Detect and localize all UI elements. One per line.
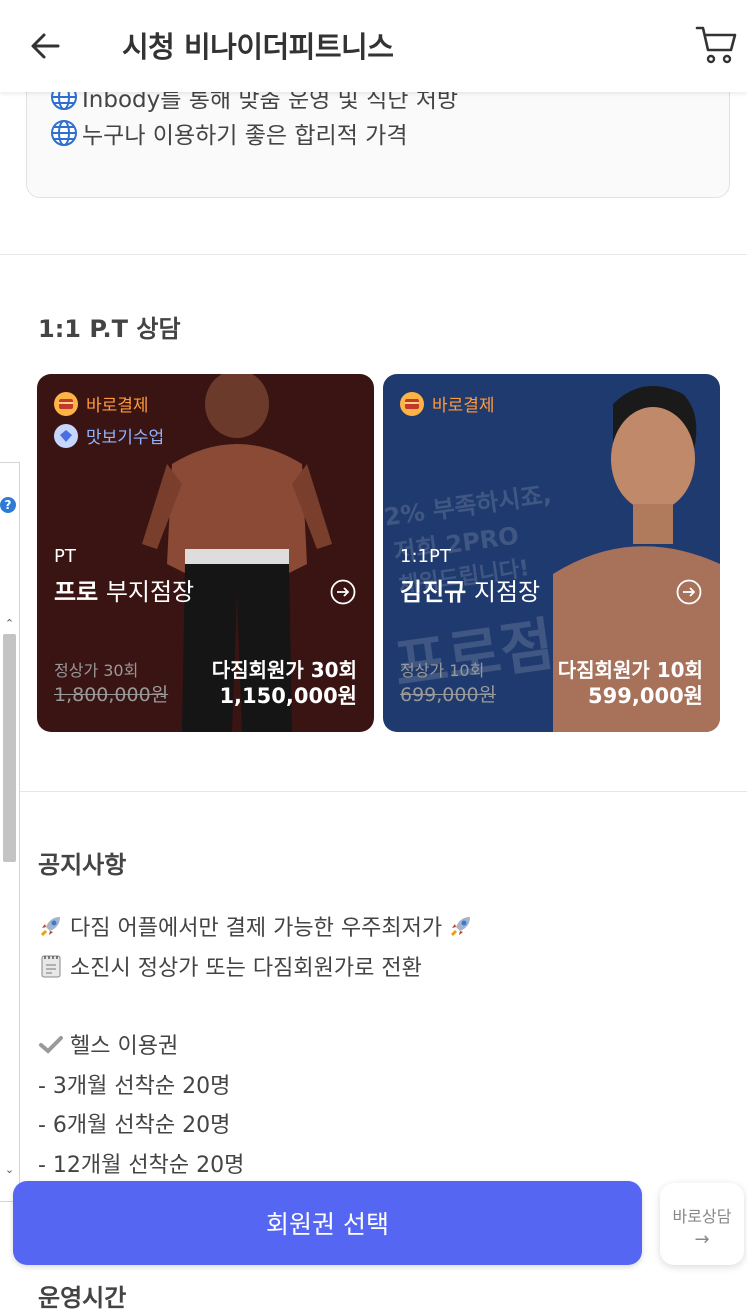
trainer-name-bold: 김진규 — [400, 578, 467, 606]
member-price-label: 다짐회원가 30회 — [211, 658, 357, 682]
arrow-circle-icon[interactable] — [330, 579, 356, 605]
cart-icon[interactable] — [694, 24, 738, 66]
section-divider — [0, 791, 747, 792]
scroll-down-icon[interactable]: ⌄ — [2, 1163, 17, 1179]
trainer-role: 지점장 — [473, 578, 541, 606]
notice-line: 소진시 정상가 또는 다짐회원가로 전환 — [38, 950, 422, 982]
notice-text: 헬스 이용권 — [70, 1034, 179, 1059]
regular-price-label: 정상가 30회 — [54, 661, 139, 680]
pt-section-title: 1:1 P.T 상담 — [38, 315, 181, 343]
pt-card-2[interactable]: 2% 부족하시죠, 저희 2PRO 채워드립니다! 프로점장 바로결제 1:1P… — [383, 374, 720, 732]
pt-card-1[interactable]: 바로결제 맛보기수업 PT 프로 부지점장 정상가 30회 1,800,000원… — [37, 374, 374, 732]
notice-line: 헬스 이용권 — [38, 1028, 178, 1060]
info-line-2: 누구나 이용하기 좋은 합리적 가격 — [50, 116, 407, 150]
regular-price: 1,800,000원 — [54, 684, 169, 706]
calendar-icon — [41, 955, 61, 978]
regular-price-label: 정상가 10회 — [400, 661, 485, 680]
badge-label: 바로결제 — [432, 396, 495, 416]
trainer-name-bold: 프로 — [54, 578, 99, 606]
scroll-up-icon[interactable]: ⌃ — [2, 617, 17, 633]
info-line-2-text: 누구나 이용하기 좋은 합리적 가격 — [82, 123, 408, 149]
regular-price: 699,000원 — [400, 684, 497, 706]
card-icon — [400, 391, 424, 416]
trainer-name: 프로 부지점장 — [54, 572, 194, 607]
hours-section-title: 운영시간 — [38, 1284, 127, 1312]
direct-consult-button[interactable]: 바로상담 → — [660, 1183, 744, 1265]
direct-pay-badge: 바로결제 — [54, 391, 149, 416]
badge-label: 바로결제 — [86, 396, 149, 416]
notice-text: 다짐 어플에서만 결제 가능한 우주최저가 — [70, 916, 443, 941]
notice-line: 다짐 어플에서만 결제 가능한 우주최저가 — [38, 910, 474, 942]
app-header: 시청 비나이더피트니스 — [0, 0, 747, 92]
trainer-role: 부지점장 — [105, 578, 195, 606]
member-price: 1,150,000원 — [219, 684, 357, 708]
back-arrow-icon[interactable] — [28, 28, 64, 64]
section-divider — [0, 254, 747, 255]
arrow-right-icon: → — [694, 1229, 710, 1250]
consult-label: 바로상담 — [672, 1207, 732, 1226]
scrollbar-thumb[interactable] — [3, 634, 16, 862]
card-icon — [54, 391, 78, 416]
select-membership-button[interactable]: 회원권 선택 — [13, 1181, 642, 1265]
member-price-label: 다짐회원가 10회 — [557, 658, 703, 682]
member-price: 599,000원 — [588, 684, 703, 708]
notice-text: 소진시 정상가 또는 다짐회원가로 전환 — [70, 956, 422, 981]
trainer-name: 김진규 지점장 — [400, 572, 540, 607]
help-icon[interactable]: ? — [0, 497, 16, 513]
notice-section-title: 공지사항 — [38, 851, 127, 879]
notice-line: - 3개월 선착순 20명 — [38, 1074, 231, 1099]
pt-type-label: 1:1PT — [400, 546, 451, 567]
notice-line: - 12개월 선착순 20명 — [38, 1153, 245, 1178]
rocket-icon — [40, 917, 60, 937]
page-title: 시청 비나이더피트니스 — [122, 30, 394, 64]
notice-line: - 6개월 선착순 20명 — [38, 1113, 231, 1138]
globe-icon — [51, 120, 77, 146]
badge-label: 맛보기수업 — [86, 428, 165, 448]
trial-class-badge: 맛보기수업 — [54, 423, 164, 448]
arrow-circle-icon[interactable] — [676, 579, 702, 605]
diamond-icon — [54, 423, 78, 448]
pt-type-label: PT — [54, 546, 76, 567]
rocket-icon — [451, 917, 471, 937]
direct-pay-badge: 바로결제 — [400, 391, 495, 416]
check-icon — [39, 1036, 63, 1054]
